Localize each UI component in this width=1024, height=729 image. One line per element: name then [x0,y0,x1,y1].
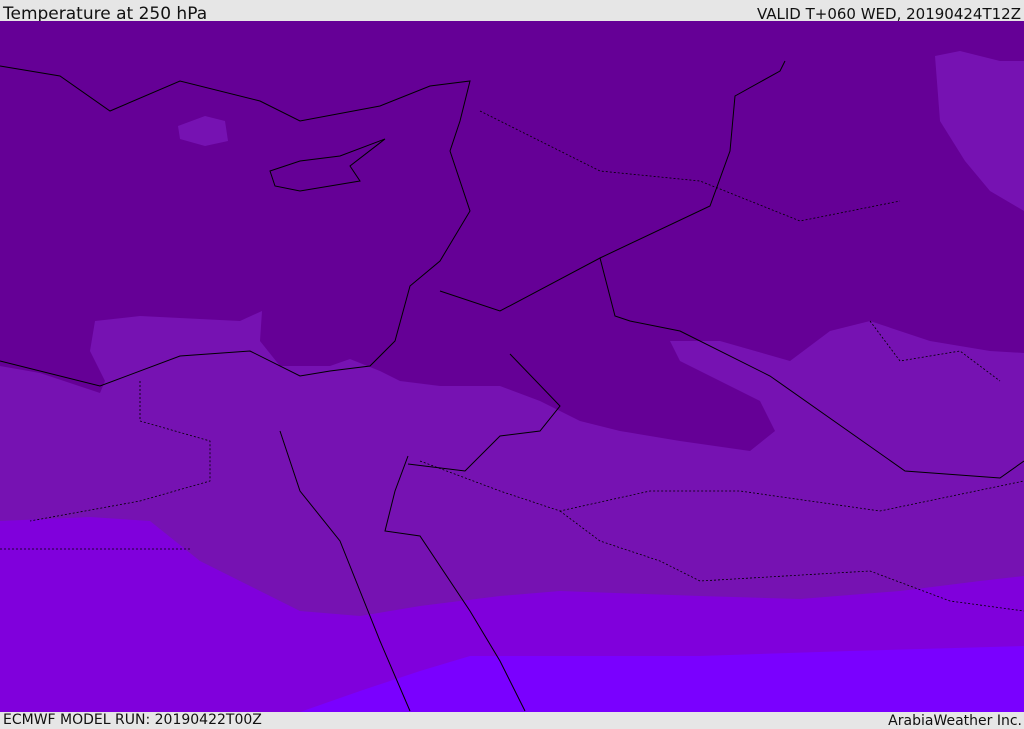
header-bar: Temperature at 250 hPa VALID T+060 WED, … [0,0,1024,24]
footer-bar: ECMWF MODEL RUN: 20190422T00Z ArabiaWeat… [0,712,1024,729]
temperature-map [0,21,1024,712]
model-run: ECMWF MODEL RUN: 20190422T00Z [3,712,262,728]
credit: ArabiaWeather Inc. [888,713,1022,729]
